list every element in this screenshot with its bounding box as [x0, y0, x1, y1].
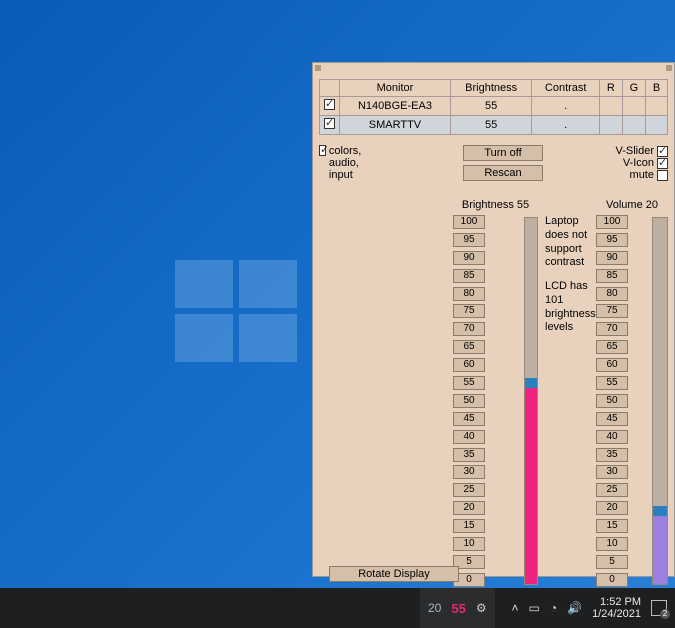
- col-b: B: [646, 80, 668, 97]
- step-button[interactable]: 75: [596, 304, 628, 318]
- chevron-up-icon[interactable]: ˄: [512, 601, 519, 615]
- step-button[interactable]: 0: [596, 573, 628, 587]
- brightness-label: Brightness 55: [453, 199, 538, 211]
- step-button[interactable]: 75: [453, 304, 485, 318]
- col-brightness: Brightness: [450, 80, 532, 97]
- step-button[interactable]: 65: [453, 340, 485, 354]
- step-button[interactable]: 30: [453, 465, 485, 479]
- step-button[interactable]: 100: [453, 215, 485, 229]
- checkbox-icon: [657, 158, 668, 169]
- step-button[interactable]: 35: [596, 448, 628, 462]
- step-button[interactable]: 60: [453, 358, 485, 372]
- notification-icon[interactable]: 2: [651, 600, 667, 616]
- step-button[interactable]: 40: [453, 430, 485, 444]
- tray-volume-value: 20: [428, 601, 441, 615]
- monitor-name: SMARTTV: [340, 116, 451, 135]
- colors-audio-input-label: colors, audio, input: [329, 145, 379, 181]
- vicon-checkbox[interactable]: V-Icon: [598, 157, 668, 169]
- step-button[interactable]: 15: [596, 519, 628, 533]
- step-button[interactable]: 10: [596, 537, 628, 551]
- step-button[interactable]: 40: [596, 430, 628, 444]
- step-button[interactable]: 45: [596, 412, 628, 426]
- clock[interactable]: 1:52 PM 1/24/2021: [592, 596, 641, 620]
- rescan-button[interactable]: Rescan: [463, 165, 543, 181]
- col-g: G: [622, 80, 645, 97]
- system-tray: ˄ ▭ ◔ 🔊 1:52 PM 1/24/2021 2: [512, 596, 675, 620]
- speaker-icon[interactable]: 🔊: [567, 601, 582, 615]
- col-r: R: [600, 80, 623, 97]
- tray-brightness-widget[interactable]: 20 55 ⚙: [420, 588, 495, 628]
- volume-slider[interactable]: 1009590858075706560555045403530252015105…: [596, 215, 668, 587]
- volume-bar[interactable]: [652, 217, 668, 585]
- step-button[interactable]: 85: [453, 269, 485, 283]
- step-button[interactable]: 65: [596, 340, 628, 354]
- table-row[interactable]: N140BGE-EA355.: [320, 97, 668, 116]
- step-button[interactable]: 25: [596, 483, 628, 497]
- col-monitor: Monitor: [340, 80, 451, 97]
- desktop-wallpaper-logo: [175, 260, 305, 370]
- step-button[interactable]: 85: [596, 269, 628, 283]
- step-button[interactable]: 5: [596, 555, 628, 569]
- step-button[interactable]: 55: [596, 376, 628, 390]
- step-button[interactable]: 30: [596, 465, 628, 479]
- window-menu-icon[interactable]: [315, 65, 321, 71]
- step-button[interactable]: 80: [596, 287, 628, 301]
- step-button[interactable]: 70: [453, 322, 485, 336]
- window-close-icon[interactable]: [666, 65, 672, 71]
- monitor-name: N140BGE-EA3: [340, 97, 451, 116]
- step-button[interactable]: 55: [453, 376, 485, 390]
- brightness-app-window: Monitor Brightness Contrast R G B N140BG…: [312, 62, 675, 577]
- step-button[interactable]: 15: [453, 519, 485, 533]
- colors-audio-input-checkbox[interactable]: colors, audio, input: [319, 145, 379, 181]
- taskbar[interactable]: 20 55 ⚙ ˄ ▭ ◔ 🔊 1:52 PM 1/24/2021 2: [0, 588, 675, 628]
- window-titlebar[interactable]: [313, 63, 674, 73]
- step-button[interactable]: 25: [453, 483, 485, 497]
- step-button[interactable]: 20: [596, 501, 628, 515]
- step-button[interactable]: 50: [596, 394, 628, 408]
- step-button[interactable]: 60: [596, 358, 628, 372]
- step-button[interactable]: 95: [596, 233, 628, 247]
- step-button[interactable]: 70: [596, 322, 628, 336]
- col-contrast: Contrast: [532, 80, 600, 97]
- rotate-display-button[interactable]: Rotate Display: [329, 566, 459, 582]
- step-button[interactable]: 10: [453, 537, 485, 551]
- checkbox-icon[interactable]: [324, 118, 335, 129]
- turn-off-button[interactable]: Turn off: [463, 145, 543, 161]
- monitor-table: Monitor Brightness Contrast R G B N140BG…: [319, 79, 668, 135]
- volume-label: Volume 20: [596, 199, 668, 211]
- info-note: Laptop does not support contrast LCD has…: [545, 215, 603, 345]
- step-button[interactable]: 35: [453, 448, 485, 462]
- battery-icon[interactable]: ▭: [529, 601, 540, 615]
- step-button[interactable]: 95: [453, 233, 485, 247]
- step-button[interactable]: 20: [453, 501, 485, 515]
- notification-badge: 2: [660, 609, 670, 619]
- step-button[interactable]: 90: [453, 251, 485, 265]
- checkbox-icon: [319, 145, 326, 156]
- mute-checkbox[interactable]: mute: [598, 169, 668, 181]
- gear-icon[interactable]: ⚙: [476, 601, 487, 615]
- wifi-icon[interactable]: ◔: [550, 601, 557, 615]
- checkbox-icon: [657, 170, 668, 181]
- step-button[interactable]: 80: [453, 287, 485, 301]
- step-button[interactable]: 45: [453, 412, 485, 426]
- table-row[interactable]: SMARTTV55.: [320, 116, 668, 135]
- checkbox-icon[interactable]: [324, 99, 335, 110]
- step-button[interactable]: 100: [596, 215, 628, 229]
- step-button[interactable]: 50: [453, 394, 485, 408]
- step-button[interactable]: 90: [596, 251, 628, 265]
- tray-brightness-value: 55: [451, 601, 465, 616]
- brightness-bar[interactable]: [524, 217, 538, 585]
- brightness-slider[interactable]: 1009590858075706560555045403530252015105…: [453, 215, 538, 587]
